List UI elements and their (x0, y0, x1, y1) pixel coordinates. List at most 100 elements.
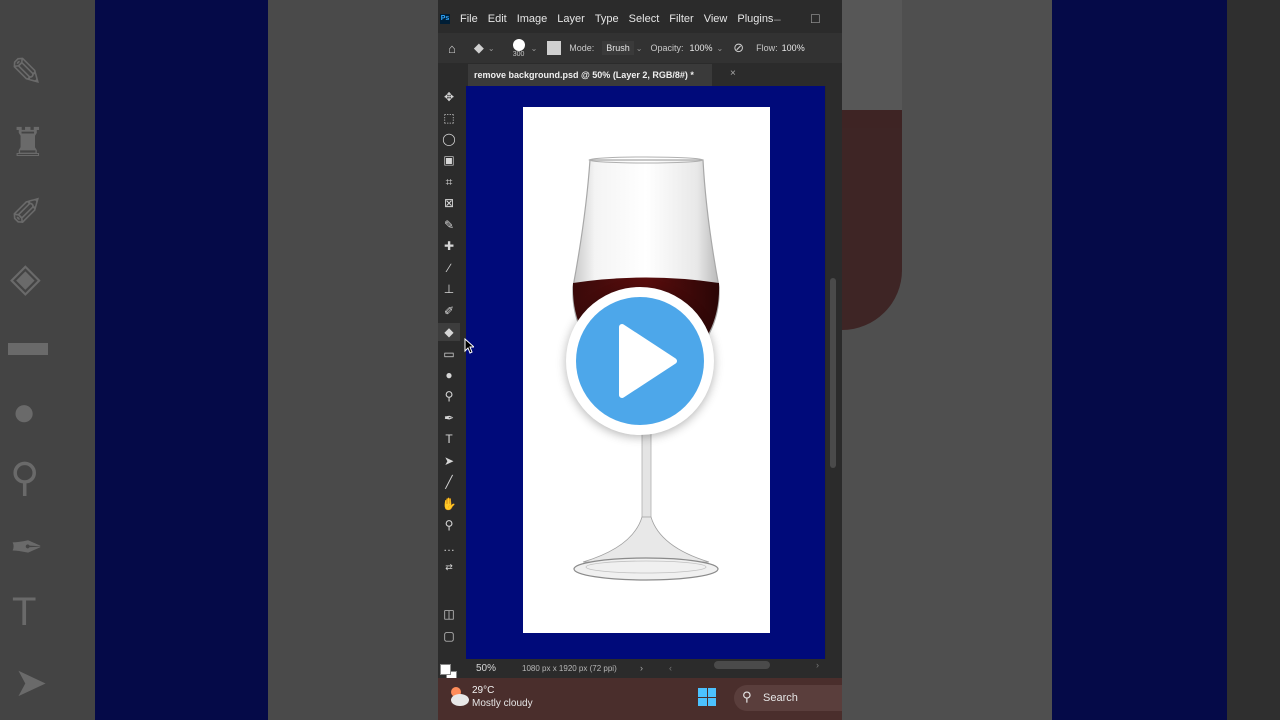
opacity-input[interactable]: 100% (690, 43, 713, 53)
foreground-color-swatch[interactable] (440, 664, 451, 675)
menu-bar: Ps File Edit Image Layer Type Select Fil… (438, 6, 842, 32)
maximize-icon[interactable]: ☐ (810, 12, 821, 26)
zoom-level[interactable]: 50% (476, 663, 522, 674)
marquee-icon[interactable]: ⬚ (438, 109, 460, 127)
background-blue-ghost (95, 0, 268, 720)
ghost-blur-icon: ● (12, 390, 37, 434)
mouse-cursor-icon (464, 338, 474, 354)
background-right (842, 0, 1280, 720)
vertical-scrollbar[interactable] (826, 86, 842, 659)
background-grey-ghost (268, 0, 438, 720)
document-tab[interactable]: remove background.psd @ 50% (Layer 2, RG… (468, 64, 712, 86)
swap-colors-icon[interactable]: ⇄ (438, 558, 460, 576)
ghost-pointer-icon: ➤ (14, 661, 48, 705)
document-size: 1080 px x 1920 px (72 ppi) (522, 663, 617, 673)
menu-select[interactable]: Select (629, 13, 660, 25)
close-tab-icon[interactable]: × (730, 68, 736, 79)
ghost-pen-icon: ✒ (10, 526, 44, 570)
ghost-wine-glass (842, 0, 902, 330)
ghost-type-icon: T (12, 590, 37, 634)
brush-preset-icon (512, 38, 525, 51)
flow-input[interactable]: 100% (782, 43, 805, 53)
search-icon: ⚲ (742, 689, 752, 704)
windows-start-icon[interactable] (698, 688, 716, 706)
hand-icon[interactable]: ✋ (438, 495, 460, 513)
history-brush-icon[interactable]: ✐ (438, 302, 460, 320)
menu-layer[interactable]: Layer (557, 13, 585, 25)
quick-mask-icon[interactable]: ◫ (438, 605, 460, 623)
menu-image[interactable]: Image (517, 13, 548, 25)
menu-type[interactable]: Type (595, 13, 619, 25)
play-button[interactable] (566, 287, 714, 435)
move-icon[interactable]: ✥ (438, 88, 460, 106)
play-button-fill (576, 297, 704, 425)
scroll-left-icon[interactable]: ‹ (669, 663, 672, 673)
ghost-eraser-icon: ◈ (10, 256, 41, 300)
pen-icon[interactable]: ✒ (438, 409, 460, 427)
status-chevron-icon[interactable]: › (640, 663, 643, 673)
scroll-right-icon[interactable]: › (816, 660, 819, 670)
flow-label: Flow: (756, 43, 778, 53)
crop-icon[interactable]: ⌗ (438, 173, 460, 191)
zoom-icon[interactable]: ⚲ (438, 516, 460, 534)
temperature[interactable]: 29°C (472, 685, 494, 696)
pressure-opacity-icon[interactable]: ⊘ (733, 40, 744, 56)
options-bar: ⌂ ◆ ⌄ 300 ⌄ Mode: Brush ⌄ Opacity: 100% … (438, 33, 842, 63)
photoshop-logo-icon: Ps (440, 14, 450, 24)
weather-icon[interactable] (446, 684, 470, 708)
horizontal-scroll-thumb[interactable] (714, 661, 770, 669)
path-select-icon[interactable]: ➤ (438, 452, 460, 470)
ghost-gradient-icon: ▬ (8, 320, 48, 364)
more-icon[interactable]: … (438, 538, 460, 556)
ghost-stamp-icon: ♜ (10, 121, 46, 165)
blur-icon[interactable]: ● (438, 366, 460, 384)
brush-icon[interactable]: ∕ (438, 259, 460, 277)
play-icon (619, 324, 677, 398)
menu-edit[interactable]: Edit (488, 13, 507, 25)
background-grey-ghost-right (842, 0, 1052, 720)
menu-filter[interactable]: Filter (669, 13, 693, 25)
eyedropper-icon[interactable]: ✎ (438, 216, 460, 234)
ghost-brush-icon: ✎ (10, 51, 44, 95)
minimize-icon[interactable]: – (774, 12, 781, 26)
status-bar: 50% 1080 px x 1920 px (72 ppi) › ‹ › (466, 659, 842, 677)
background-toolbar-ghost: ✎ ♜ ✐ ◈ ▬ ● ⚲ ✒ T ➤ (0, 0, 95, 720)
document-tabs: remove background.psd @ 50% (Layer 2, RG… (468, 64, 842, 86)
frame-icon[interactable]: ⊠ (438, 194, 460, 212)
opacity-chevron-icon[interactable]: ⌄ (717, 44, 724, 53)
type-icon[interactable]: T (438, 430, 460, 448)
mode-chevron-icon[interactable]: ⌄ (636, 44, 643, 53)
taskbar-search[interactable]: ⚲ Search (734, 685, 842, 711)
brush-settings-icon[interactable] (547, 41, 562, 55)
tool-preset-chevron-icon[interactable]: ⌄ (488, 44, 495, 53)
stamp-icon[interactable]: ⊥ (438, 280, 460, 298)
eraser-icon[interactable]: ◆ (474, 40, 484, 56)
weather-description[interactable]: Mostly cloudy (472, 698, 533, 709)
healing-icon[interactable]: ✚ (438, 237, 460, 255)
lasso-icon[interactable]: ◯ (438, 130, 460, 148)
brush-preset[interactable]: 300 (509, 38, 529, 58)
mode-select[interactable]: Brush (602, 41, 634, 55)
opacity-label: Opacity: (650, 43, 684, 53)
background-left: ✎ ♜ ✐ ◈ ▬ ● ⚲ ✒ T ➤ (0, 0, 438, 720)
menu-file[interactable]: File (460, 13, 478, 25)
background-dark-ghost-right (1227, 0, 1280, 720)
eraser-tool-icon[interactable]: ◆ (438, 323, 460, 341)
brush-size: 300 (512, 50, 525, 58)
windows-taskbar: 29°C Mostly cloudy ⚲ Search (438, 678, 842, 720)
vertical-scroll-thumb[interactable] (830, 278, 836, 468)
line-icon[interactable]: ╱ (438, 473, 460, 491)
background-blue-ghost-right (1052, 0, 1227, 720)
gradient-icon[interactable]: ▭ (438, 345, 460, 363)
dodge-icon[interactable]: ⚲ (438, 387, 460, 405)
menu-view[interactable]: View (704, 13, 728, 25)
ghost-dodge-icon: ⚲ (10, 456, 40, 500)
brush-chevron-icon[interactable]: ⌄ (531, 44, 538, 53)
menu-plugins[interactable]: Plugins (737, 13, 773, 25)
screen-mode-icon[interactable]: ▢ (438, 627, 460, 645)
search-label: Search (763, 692, 798, 704)
tools-panel: ✥ ⬚ ◯ ▣ ⌗ ⊠ ✎ ✚ ∕ ⊥ ✐ ◆ ▭ ● ⚲ ✒ T ➤ ╱ ✋ … (438, 86, 460, 682)
home-icon[interactable]: ⌂ (448, 41, 456, 56)
menu: File Edit Image Layer Type Select Filter… (460, 13, 783, 25)
object-select-icon[interactable]: ▣ (438, 151, 460, 169)
